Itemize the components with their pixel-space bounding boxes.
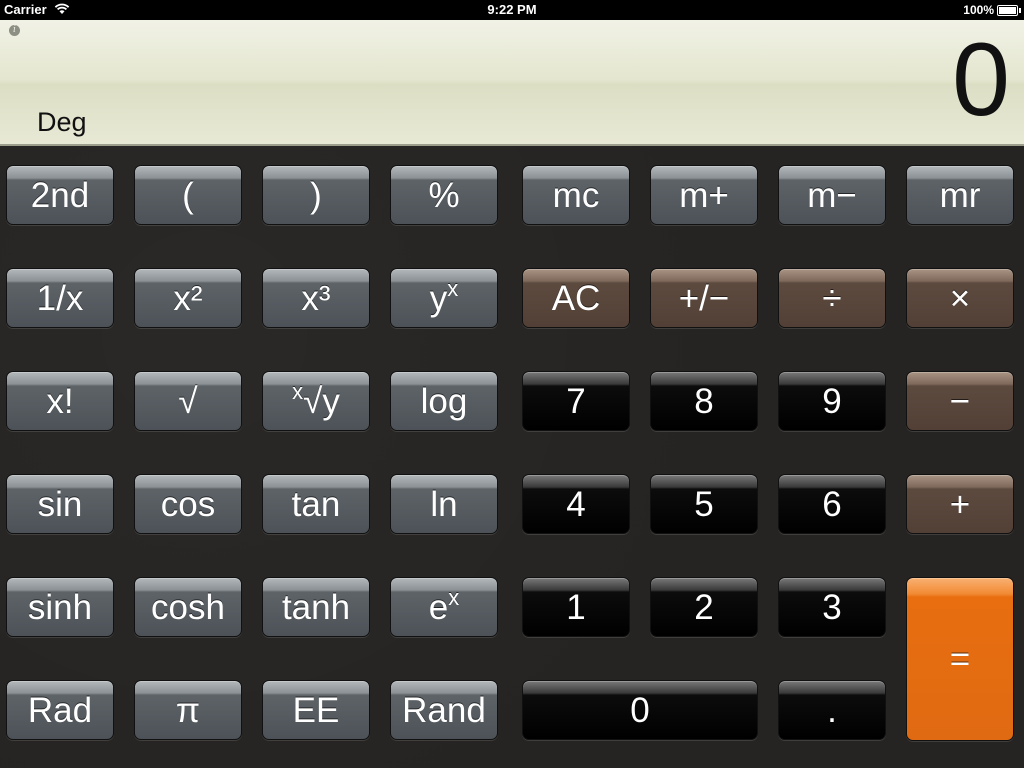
decimal-button[interactable]: . [778, 680, 886, 740]
factorial-button[interactable]: x! [6, 371, 114, 431]
root-index: x [292, 379, 304, 404]
digit-6-button[interactable]: 6 [778, 474, 886, 534]
cos-button[interactable]: cos [134, 474, 242, 534]
cosh-button[interactable]: cosh [134, 577, 242, 637]
multiply-button[interactable]: × [906, 268, 1014, 328]
clear-button[interactable]: AC [522, 268, 630, 328]
digit-3-button[interactable]: 3 [778, 577, 886, 637]
power-base: y [429, 279, 448, 318]
digit-8-button[interactable]: 8 [650, 371, 758, 431]
rand-button[interactable]: Rand [390, 680, 498, 740]
root-body: √y [303, 382, 340, 421]
pi-button[interactable]: π [134, 680, 242, 740]
log-button[interactable]: log [390, 371, 498, 431]
close-paren-button[interactable]: ) [262, 165, 370, 225]
power-button[interactable]: yx [390, 268, 498, 328]
add-button[interactable]: + [906, 474, 1014, 534]
cube-button[interactable]: x³ [262, 268, 370, 328]
ln-button[interactable]: ln [390, 474, 498, 534]
exp-base: e [428, 588, 449, 627]
ee-button[interactable]: EE [262, 680, 370, 740]
plus-minus-button[interactable]: +/− [650, 268, 758, 328]
second-button[interactable]: 2nd [6, 165, 114, 225]
tanh-button[interactable]: tanh [262, 577, 370, 637]
status-bar: Carrier 9:22 PM 100% [0, 0, 1024, 20]
digit-9-button[interactable]: 9 [778, 371, 886, 431]
open-paren-button[interactable]: ( [134, 165, 242, 225]
exp-exponent: x [448, 585, 460, 610]
status-time: 9:22 PM [487, 2, 537, 17]
memory-subtract-button[interactable]: m− [778, 165, 886, 225]
exp-button[interactable]: ex [390, 577, 498, 637]
sin-button[interactable]: sin [6, 474, 114, 534]
percent-button[interactable]: % [390, 165, 498, 225]
reciprocal-button[interactable]: 1/x [6, 268, 114, 328]
info-icon[interactable]: i [9, 25, 20, 36]
digit-5-button[interactable]: 5 [650, 474, 758, 534]
square-button[interactable]: x² [134, 268, 242, 328]
display-value: 0 [952, 22, 1010, 138]
digit-0-button[interactable]: 0 [522, 680, 758, 740]
tan-button[interactable]: tan [262, 474, 370, 534]
divide-button[interactable]: ÷ [778, 268, 886, 328]
subtract-button[interactable]: − [906, 371, 1014, 431]
equals-button[interactable]: = [906, 577, 1014, 741]
memory-add-button[interactable]: m+ [650, 165, 758, 225]
battery-percent: 100% [963, 3, 994, 17]
calculator-display: i Deg 0 [0, 20, 1024, 146]
memory-clear-button[interactable]: mc [522, 165, 630, 225]
sinh-button[interactable]: sinh [6, 577, 114, 637]
digit-1-button[interactable]: 1 [522, 577, 630, 637]
nth-root-button[interactable]: x√y [262, 371, 370, 431]
square-root-button[interactable]: √ [134, 371, 242, 431]
battery-icon [997, 5, 1021, 16]
rad-button[interactable]: Rad [6, 680, 114, 740]
digit-2-button[interactable]: 2 [650, 577, 758, 637]
digit-4-button[interactable]: 4 [522, 474, 630, 534]
angle-mode-indicator: Deg [37, 107, 87, 137]
keypad: 2nd ( ) % mc m+ m− mr 1/x x² x³ yx AC +/… [0, 146, 1024, 768]
power-exponent: x [447, 276, 459, 301]
memory-recall-button[interactable]: mr [906, 165, 1014, 225]
digit-7-button[interactable]: 7 [522, 371, 630, 431]
